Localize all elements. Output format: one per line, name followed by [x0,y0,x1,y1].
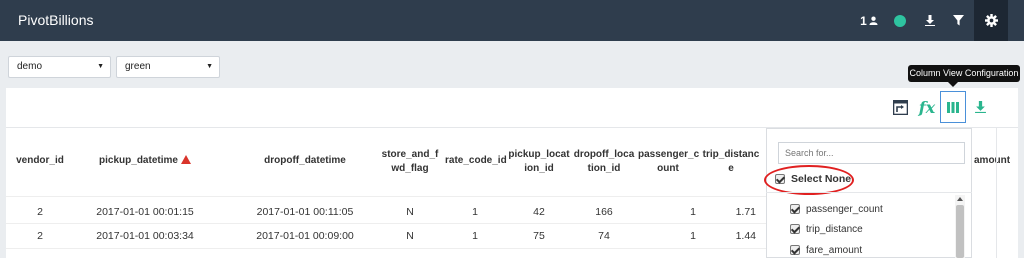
dataset-select-value: demo [17,61,43,72]
cell-pickup-datetime: 2017-01-01 00:03:34 [96,230,194,242]
filter-icon [952,15,964,26]
column-header-dropoff-datetime[interactable]: dropoff_datetime [250,154,360,168]
column-header-amount[interactable]: amount [974,154,1022,168]
checkbox-checked-icon[interactable] [775,174,785,184]
status-dot-icon [894,14,906,27]
column-header-label-line1: trip_distanc [702,149,760,160]
export-view-button[interactable] [888,92,912,122]
column-header-label-line2: tion_id [587,163,621,174]
cell-store-and-fwd-flag: N [406,206,414,218]
column-header-label-line2: ount [657,163,679,174]
top-navbar: PivotBillions 1 [0,0,1024,41]
cell-passenger-count: 1 [690,230,696,242]
gear-icon [984,14,998,27]
tooltip-arrow [948,82,958,87]
select-none-label: Select None [791,173,852,185]
table-select-value: green [125,61,151,72]
column-config-tooltip: Column View Configuration [908,65,1020,82]
user-icon [869,16,878,25]
dropdown-divider [766,192,972,193]
column-header-trip-distance[interactable]: trip_distance [700,148,762,176]
column-header-pickup-datetime[interactable]: pickup_datetime [90,154,200,168]
settings-button[interactable] [974,0,1008,41]
download-icon [974,101,986,113]
column-header-label-line2: wd_flag [391,163,429,174]
column-header-label: vendor_id [16,155,64,166]
column-option-label: passenger_count [806,203,883,215]
download-icon [925,15,935,26]
cell-store-and-fwd-flag: N [406,230,414,242]
column-option-label: fare_amount [806,244,863,256]
column-header-label-line2: e [728,163,734,174]
cell-vendor-id: 2 [37,230,43,242]
checkbox-checked-icon[interactable] [790,224,800,234]
checkbox-checked-icon[interactable] [790,245,800,255]
column-view-config-button[interactable] [940,91,966,123]
cell-dropoff-datetime: 2017-01-01 00:09:00 [256,230,354,242]
caret-down-icon: ▼ [97,63,104,70]
cell-vendor-id: 2 [37,206,43,218]
formula-fx-icon: fx [918,97,936,117]
column-header-store-and-fwd-flag[interactable]: store_and_f wd_flag [380,148,440,176]
caret-down-icon: ▼ [206,63,213,70]
cell-pickup-location-id: 75 [533,230,545,242]
column-option-label: trip_distance [806,223,863,235]
header-divider [6,196,766,197]
column-divider [996,128,997,258]
column-header-label: dropoff_datetime [264,155,346,166]
columns-icon [947,101,959,113]
column-header-label: amount [974,155,1011,166]
column-option-fare-amount[interactable]: fare_amount [790,243,862,257]
sort-ascending-icon [180,155,191,164]
column-header-label-line1: pickup_locat [508,149,570,160]
column-header-label-line2: ion_id [524,163,554,174]
formula-button[interactable]: fx [914,92,940,122]
cell-trip-distance: 1.44 [735,230,756,242]
column-header-rate-code-id[interactable]: rate_code_id [445,154,507,168]
cell-dropoff-datetime: 2017-01-01 00:11:05 [256,206,354,218]
export-icon [892,99,908,115]
column-search-input[interactable] [778,142,965,164]
cell-pickup-datetime: 2017-01-01 00:01:15 [96,206,194,218]
app-title: PivotBillions [18,12,94,28]
row-divider [6,248,766,249]
download-data-button[interactable] [968,92,992,122]
cell-dropoff-location-id: 166 [595,206,613,218]
cell-dropoff-location-id: 74 [598,230,610,242]
filter-button[interactable] [946,0,970,41]
column-option-trip-distance[interactable]: trip_distance [790,222,863,236]
cell-pickup-location-id: 42 [533,206,545,218]
cell-passenger-count: 1 [690,206,696,218]
column-header-pickup-location-id[interactable]: pickup_locat ion_id [508,148,570,176]
download-button[interactable] [918,0,942,41]
column-header-label-line1: store_and_f [381,149,439,160]
column-header-label: rate_code_id [445,155,507,166]
user-count: 1 [860,13,867,28]
column-header-dropoff-location-id[interactable]: dropoff_loca tion_id [573,148,635,176]
column-header-label-line1: passenger_c [638,149,700,160]
column-header-passenger-count[interactable]: passenger_count [638,148,700,176]
column-header-vendor-id[interactable]: vendor_id [14,154,66,168]
cell-trip-distance: 1.71 [735,206,756,218]
scroll-up-arrow-icon[interactable] [957,197,963,201]
column-header-label-line1: dropoff_loca [573,149,635,160]
dataset-select[interactable]: demo ▼ [8,56,111,78]
select-none-toggle[interactable]: Select None [775,171,851,187]
checkbox-checked-icon[interactable] [790,204,800,214]
cell-rate-code-id: 1 [472,230,478,242]
cell-rate-code-id: 1 [472,206,478,218]
scrollbar-thumb[interactable] [956,205,964,258]
connection-status[interactable] [890,0,910,41]
row-divider [6,223,766,224]
table-select[interactable]: green ▼ [116,56,220,78]
column-option-passenger-count[interactable]: passenger_count [790,202,883,216]
users-indicator[interactable]: 1 [856,0,882,41]
column-header-label: pickup_datetime [99,155,178,166]
